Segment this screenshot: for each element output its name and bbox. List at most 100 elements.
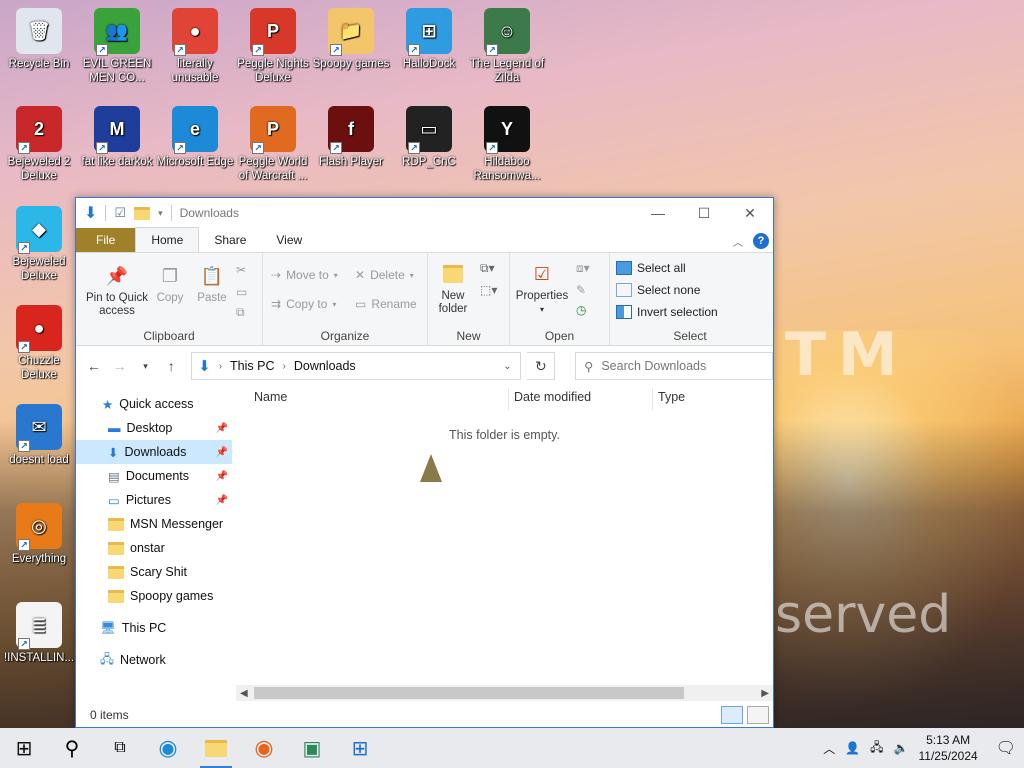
documents-icon: ▤ xyxy=(108,469,120,484)
column-type[interactable]: Type xyxy=(658,390,685,404)
breadcrumb-this-pc[interactable]: This PC xyxy=(230,359,274,373)
recent-locations-icon[interactable]: ▾ xyxy=(136,361,156,372)
easy-access-icon[interactable]: ⬚▾ xyxy=(480,283,497,297)
collapse-ribbon-icon[interactable]: ︿ xyxy=(733,234,743,249)
properties-button[interactable]: ☑ Properties ▾ xyxy=(514,261,570,316)
nav-item[interactable]: Scary Shit xyxy=(76,560,232,584)
desktop-icon[interactable]: 🗑 Recycle Bin xyxy=(0,8,78,71)
desktop-icon[interactable]: M ↗ fat like darkok xyxy=(78,106,156,169)
properties-qa-icon[interactable]: ☑ xyxy=(114,205,126,221)
nav-item[interactable]: MSN Messenger xyxy=(76,512,232,536)
maximize-button[interactable]: ☐ xyxy=(681,198,727,228)
network-tray-icon[interactable]: 🖧 xyxy=(870,738,883,759)
start-button[interactable]: ⊞ xyxy=(0,728,48,768)
column-name[interactable]: Name xyxy=(254,390,287,404)
breadcrumb-downloads[interactable]: Downloads xyxy=(294,359,356,373)
copy-path-icon[interactable]: ▭ xyxy=(236,285,247,299)
nav-this-pc[interactable]: 🖥 This PC xyxy=(76,616,232,640)
desktop-icon[interactable]: 📁 ↗ Spoopy games xyxy=(312,8,390,71)
move-to-button[interactable]: ⇢ Move to ▾ xyxy=(271,268,338,282)
folder-qa-icon[interactable] xyxy=(134,206,151,220)
nav-quick-access[interactable]: ★ Quick access xyxy=(76,392,232,416)
new-folder-button[interactable]: New folder xyxy=(432,261,474,316)
desktop-icon[interactable]: ● ↗ literally unusable xyxy=(156,8,234,85)
desktop-icon[interactable]: ▭ ↗ RDP_CnC xyxy=(390,106,468,169)
tab-home[interactable]: Home xyxy=(135,227,200,252)
desktop-icon[interactable]: f ↗ Flash Player xyxy=(312,106,390,169)
desktop-icon[interactable]: Y ↗ Hildaboo Ransomwa... xyxy=(468,106,546,183)
firefox-taskbar-button[interactable]: ◉ xyxy=(240,728,288,768)
select-all-button[interactable]: Select all xyxy=(616,261,686,275)
nav-item[interactable]: ▬ Desktop 📌 xyxy=(76,416,232,440)
refresh-button[interactable]: ↻ xyxy=(527,352,556,380)
desktop-icon[interactable]: ◆ ↗ Bejeweled Deluxe xyxy=(0,206,78,283)
minimize-button[interactable]: — xyxy=(635,198,681,228)
qa-dropdown-icon[interactable]: ▾ xyxy=(158,208,163,219)
app-icon: f ↗ xyxy=(328,106,374,154)
chevron-up-icon[interactable]: ︿ xyxy=(823,740,835,757)
invert-selection-button[interactable]: Invert selection xyxy=(616,305,718,319)
desktop-icon[interactable]: ✉ ↗ doesnt load xyxy=(0,404,78,467)
desktop-icon[interactable]: e ↗ Microsoft Edge xyxy=(156,106,234,169)
nav-item-label: Spoopy games xyxy=(130,589,214,603)
select-none-button[interactable]: Select none xyxy=(616,283,700,297)
large-icons-view-button[interactable] xyxy=(747,706,769,724)
volume-icon[interactable]: 🔈 xyxy=(894,741,909,755)
file-explorer-taskbar-button[interactable] xyxy=(192,728,240,768)
scroll-right-icon[interactable]: ▶ xyxy=(761,688,769,699)
nav-network[interactable]: 🖧 Network xyxy=(76,648,232,672)
nav-item[interactable]: ⬇ Downloads 📌 xyxy=(76,440,232,464)
nav-item[interactable]: onstar xyxy=(76,536,232,560)
nav-item[interactable]: ▭ Pictures 📌 xyxy=(76,488,232,512)
copy-to-button[interactable]: ⇉ Copy to ▾ xyxy=(271,297,336,311)
nav-item[interactable]: Spoopy games xyxy=(76,584,232,608)
desktop-icon[interactable]: 2 ↗ Bejeweled 2 Deluxe xyxy=(0,106,78,183)
help-icon[interactable]: ? xyxy=(753,233,769,249)
store-taskbar-button[interactable]: ⊞ xyxy=(336,728,384,768)
history-icon[interactable]: ◷ xyxy=(576,303,586,317)
scrollbar-thumb[interactable] xyxy=(254,687,684,699)
open-icon[interactable]: ⧈▾ xyxy=(576,261,590,276)
back-button[interactable]: ← xyxy=(84,358,104,374)
notifications-icon[interactable]: 🗨 xyxy=(996,738,1016,758)
clock[interactable]: 5:13 AM 11/25/2024 xyxy=(919,732,978,764)
forward-button[interactable]: → xyxy=(110,358,130,374)
up-button[interactable]: ↑ xyxy=(161,358,181,374)
rename-button[interactable]: ▭ Rename xyxy=(355,297,417,311)
desktop-icon[interactable]: ● ↗ Chuzzle Deluxe xyxy=(0,305,78,382)
desktop-icon[interactable]: P ↗ Peggle World of Warcraft ... xyxy=(234,106,312,183)
desktop-icon-label: Flash Player xyxy=(319,156,383,168)
nav-item[interactable]: ▤ Documents 📌 xyxy=(76,464,232,488)
edit-icon[interactable]: ✎ xyxy=(576,283,586,297)
close-button[interactable]: ✕ xyxy=(727,198,773,228)
tab-view[interactable]: View xyxy=(261,228,317,252)
pin-quick-access-button[interactable]: 📌 Pin to Quick access xyxy=(82,263,152,318)
task-view-button[interactable]: ⧉ xyxy=(96,728,144,768)
scroll-left-icon[interactable]: ◀ xyxy=(240,688,248,699)
people-icon[interactable]: 👤 xyxy=(845,741,860,755)
address-bar[interactable]: ⬇ › This PC › Downloads ⌄ xyxy=(191,352,522,380)
horizontal-scrollbar[interactable]: ◀ ▶ xyxy=(236,685,773,701)
desktop-icon[interactable]: P ↗ Peggle Nights Deluxe xyxy=(234,8,312,85)
search-input[interactable]: ⚲ Search Downloads xyxy=(575,352,774,380)
delete-button[interactable]: ✕ Delete ▾ xyxy=(355,268,414,282)
desktop-icon[interactable]: ⊞ ↗ HalloDock xyxy=(390,8,468,71)
details-view-button[interactable] xyxy=(721,706,743,724)
desktop-icon[interactable]: ≣ ↗ !INSTALLIN... xyxy=(0,602,78,665)
tab-file[interactable]: File xyxy=(76,228,136,252)
desktop-icon[interactable]: ◎ ↗ Everything xyxy=(0,503,78,566)
new-group: New folder ⧉▾ ⬚▾ New xyxy=(428,253,510,345)
address-dropdown-icon[interactable]: ⌄ xyxy=(494,361,520,372)
search-taskbar-button[interactable]: ⚲ xyxy=(48,728,96,768)
edge-taskbar-button[interactable]: ◉ xyxy=(144,728,192,768)
copy-button[interactable]: ❐ Copy xyxy=(154,263,186,305)
notepad-taskbar-button[interactable]: ▣ xyxy=(288,728,336,768)
paste-button[interactable]: 📋 Paste xyxy=(194,263,230,305)
tab-share[interactable]: Share xyxy=(199,228,261,252)
paste-shortcut-icon[interactable]: ⧉ xyxy=(236,305,245,320)
desktop-icon[interactable]: ☺ ↗ The Legend of Zilda xyxy=(468,8,546,85)
column-date-modified[interactable]: Date modified xyxy=(514,390,591,404)
desktop-icon[interactable]: 👥 ↗ EVIL GREEN MEN CO... xyxy=(78,8,156,85)
cut-icon[interactable]: ✂ xyxy=(236,263,246,277)
new-item-icon[interactable]: ⧉▾ xyxy=(480,261,495,276)
